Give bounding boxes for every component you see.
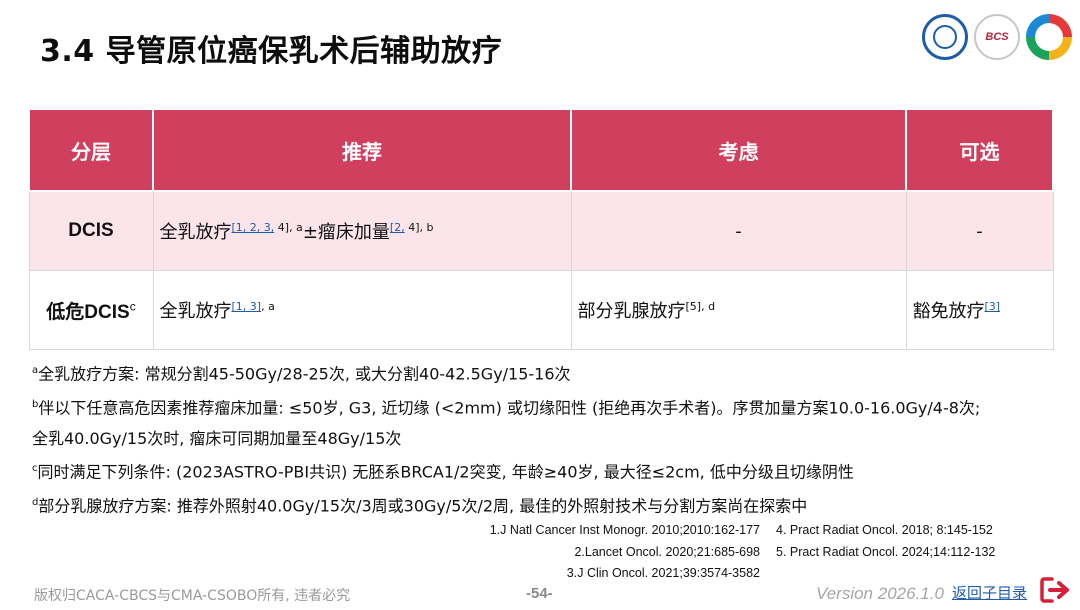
reference-item: 4. Pract Radiat Oncol. 2018; 8:145-152 xyxy=(776,523,993,537)
footnote: d部分乳腺放疗方案: 推荐外照射40.0Gy/15次/3周或30Gy/5次/2周… xyxy=(32,488,980,522)
recommended-cell: 全乳放疗[1, 3], a xyxy=(152,270,572,350)
footnote-text: 同时满足下列条件: (2023ASTRO-PBI共识) 无胚系BRCA1/2突变… xyxy=(37,462,854,482)
header-consider: 考虑 xyxy=(570,108,907,192)
footnote: a全乳放疗方案: 常规分割45-50Gy/28-25次, 或大分割40-42.5… xyxy=(32,356,980,390)
consider-sup: [5], d xyxy=(685,300,716,313)
reference-row: 1.J Natl Cancer Inst Monogr. 2010;2010:1… xyxy=(460,520,995,542)
footnote-text: 部分乳腺放疗方案: 推荐外照射40.0Gy/15次/3周或30Gy/5次/2周,… xyxy=(38,496,808,516)
table-row: DCIS 全乳放疗[1, 2, 3, 4], a±瘤床加量[2, 4], b -… xyxy=(28,190,1054,271)
reference-row: 3.J Clin Oncol. 2021;39:3574-3582 xyxy=(460,563,995,585)
footnote: 全乳40.0Gy/15次时, 瘤床可同期加量至48Gy/15次 xyxy=(32,424,980,455)
reference-row: 2.Lancet Oncol. 2020;21:685-698 5. Pract … xyxy=(460,542,995,564)
version-label: Version 2026.1.0 xyxy=(816,584,944,603)
recommended-cell: 全乳放疗[1, 2, 3, 4], a±瘤床加量[2, 4], b xyxy=(152,190,572,271)
ribbon-logo-icon xyxy=(1026,14,1072,60)
logo-group: BCS xyxy=(922,14,1072,60)
citation-rest: , a xyxy=(261,300,275,313)
citation-link[interactable]: [1, 3] xyxy=(232,300,262,313)
consider-text: 部分乳腺放疗 xyxy=(577,301,686,322)
citation-rest: 4], b xyxy=(404,221,434,234)
consider-text: - xyxy=(735,220,742,242)
footnote: b伴以下任意高危因素推荐瘤床加量: ≤50岁, G3, 近切缘 (<2mm) 或… xyxy=(32,390,980,424)
footnote-text: 全乳40.0Gy/15次时, 瘤床可同期加量至48Gy/15次 xyxy=(32,428,402,448)
optional-cell: 豁免放疗[3] xyxy=(905,270,1054,350)
optional-cell: - xyxy=(905,190,1054,271)
recommended-text: 全乳放疗 xyxy=(159,222,232,243)
recommended-text: 全乳放疗 xyxy=(159,301,232,322)
header-recommended: 推荐 xyxy=(152,108,572,192)
recommendation-table: 分层 推荐 考虑 可选 DCIS 全乳放疗[1, 2, 3, 4], a±瘤床加… xyxy=(28,108,1054,350)
cbcs-logo-icon: BCS xyxy=(974,14,1020,60)
layer-label: DCIS xyxy=(68,220,114,241)
citation-link[interactable]: [1, 2, 3, xyxy=(232,221,275,234)
cbcs-logo-text: BCS xyxy=(985,31,1009,43)
layer-cell: 低危DCISc xyxy=(28,270,154,350)
optional-text: 豁免放疗 xyxy=(912,301,985,322)
table-row: 低危DCISc 全乳放疗[1, 3], a 部分乳腺放疗[5], d 豁免放疗[… xyxy=(28,270,1054,350)
reference-item: 3.J Clin Oncol. 2021;39:3574-3582 xyxy=(566,566,760,580)
recommended-text-2: ±瘤床加量 xyxy=(302,222,390,243)
header-layer: 分层 xyxy=(28,108,154,192)
consider-cell: - xyxy=(570,190,907,271)
footnote-text: 伴以下任意高危因素推荐瘤床加量: ≤50岁, G3, 近切缘 (<2mm) 或切… xyxy=(38,398,981,418)
reference-item: 2.Lancet Oncol. 2020;21:685-698 xyxy=(574,544,760,559)
layer-label: 低危DCIS xyxy=(46,301,130,323)
reference-item: 1.J Natl Cancer Inst Monogr. 2010;2010:1… xyxy=(489,523,760,537)
citation-rest: 4], a xyxy=(274,221,303,234)
footnotes: a全乳放疗方案: 常规分割45-50Gy/28-25次, 或大分割40-42.5… xyxy=(32,356,980,522)
footnote-text: 全乳放疗方案: 常规分割45-50Gy/28-25次, 或大分割40-42.5G… xyxy=(38,364,571,384)
citation-link[interactable]: [3] xyxy=(985,300,1001,313)
back-to-subdirectory-link[interactable]: 返回子目录 xyxy=(952,582,1027,603)
references: 1.J Natl Cancer Inst Monogr. 2010;2010:1… xyxy=(460,520,996,585)
return-arrow-icon[interactable] xyxy=(1040,576,1072,604)
citation-link[interactable]: [2, xyxy=(390,221,405,234)
header-optional: 可选 xyxy=(905,108,1054,192)
layer-cell: DCIS xyxy=(28,190,154,271)
copyright-notice: 版权归CACA-CBCS与CMA-CSOBO所有, 违者必究 xyxy=(34,588,351,604)
cancer-association-logo-icon xyxy=(922,14,968,60)
layer-sup: c xyxy=(129,299,136,314)
table-header-row: 分层 推荐 考虑 可选 xyxy=(28,108,1054,192)
page-number: -54- xyxy=(526,585,553,602)
page-title: 3.4 导管原位癌保乳术后辅助放疗 xyxy=(40,34,503,69)
optional-text: - xyxy=(976,220,983,242)
consider-cell: 部分乳腺放疗[5], d xyxy=(570,270,907,350)
reference-item: 5. Pract Radiat Oncol. 2024;14:112-132 xyxy=(776,544,996,559)
footnote: c同时满足下列条件: (2023ASTRO-PBI共识) 无胚系BRCA1/2突… xyxy=(32,454,980,488)
